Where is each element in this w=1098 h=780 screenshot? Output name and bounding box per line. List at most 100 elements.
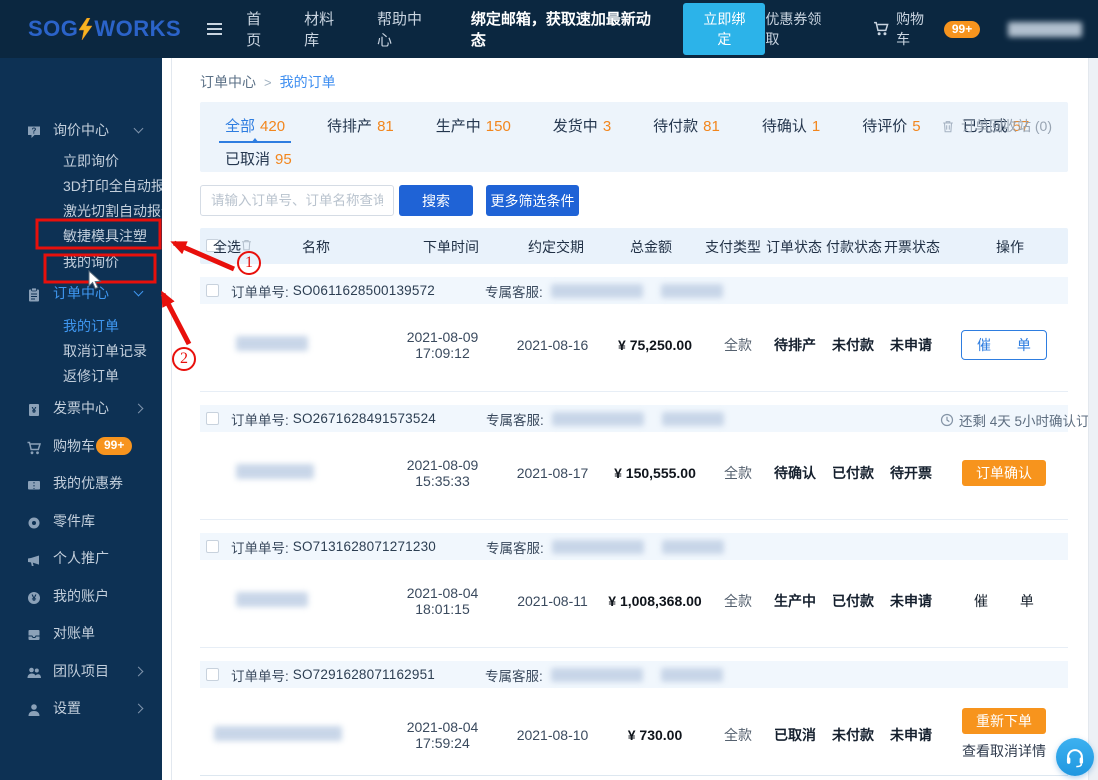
- sidebar-item-inquiry-center[interactable]: ? 询价中心: [0, 117, 162, 143]
- pay-status: 已付款: [824, 463, 882, 483]
- bind-now-button[interactable]: 立即绑定: [683, 3, 765, 55]
- sidebar-item-my-inquiries[interactable]: 我的询价: [0, 249, 162, 275]
- team-icon: [26, 663, 42, 679]
- nav-help-center[interactable]: 帮助中心: [377, 8, 437, 50]
- order-name-redacted[interactable]: [236, 336, 308, 351]
- sidebar-item-repair-orders[interactable]: 返修订单: [0, 363, 162, 389]
- order-name-redacted[interactable]: [236, 592, 308, 607]
- more-filters-button[interactable]: 更多筛选条件: [486, 185, 579, 216]
- order-no-label: 订单单号:: [231, 409, 289, 429]
- order-no-label: 订单单号:: [231, 281, 289, 301]
- order-row: 订单单号: SO2671628491573524 专属客服: 还剩 4天 5小时…: [200, 405, 1068, 520]
- sidebar-item-my-orders[interactable]: 我的订单: [0, 313, 162, 339]
- order-amount: ¥ 150,555.00: [600, 465, 710, 481]
- sidebar-item-my-coupons[interactable]: 我的优惠券: [0, 470, 162, 496]
- delete-selected-icon[interactable]: [240, 238, 253, 255]
- sidebar-gutter: [162, 58, 172, 780]
- sidebar-item-parts-library[interactable]: 零件库: [0, 508, 162, 534]
- order-amount: ¥ 1,008,368.00: [600, 593, 710, 609]
- pay-type: 全款: [710, 335, 766, 355]
- tab-pending-confirm[interactable]: 待确认1: [762, 115, 820, 136]
- order-data-row: 2021-08-09 17:09:12 2021-08-16 ¥ 75,250.…: [200, 324, 1068, 366]
- select-all-label: 全选: [213, 237, 241, 257]
- order-name-redacted[interactable]: [214, 726, 342, 741]
- logo[interactable]: SOG WORKS: [28, 16, 181, 42]
- sidebar-item-cancelled-orders[interactable]: 取消订单记录: [0, 338, 162, 364]
- search-button[interactable]: 搜索: [399, 185, 473, 216]
- menu-toggle-icon[interactable]: [207, 23, 222, 35]
- breadcrumb-my-orders[interactable]: 我的订单: [280, 72, 336, 92]
- order-row: 订单单号: SO0611628500139572 专属客服: 2021-08-0…: [200, 277, 1068, 392]
- sidebar-item-cart[interactable]: 购物车99+: [0, 433, 162, 459]
- breadcrumb-order-center[interactable]: 订单中心: [200, 72, 256, 92]
- navbar-cart[interactable]: 购物车 99+: [873, 9, 980, 49]
- col-order-status: 订单状态: [766, 237, 822, 257]
- col-action: 操作: [996, 237, 1024, 257]
- scrollbar-track[interactable]: [1088, 58, 1098, 780]
- tab-all[interactable]: 全部420: [225, 115, 285, 136]
- tab-shipping[interactable]: 发货中3: [553, 115, 611, 136]
- order-search-input[interactable]: [200, 185, 394, 216]
- sidebar-item-laser-cut-quote[interactable]: 激光切割自动报价: [0, 198, 162, 224]
- tab-pending-payment[interactable]: 待付款81: [653, 115, 720, 136]
- sidebar-item-settings[interactable]: 设置: [0, 695, 162, 721]
- breadcrumb: 订单中心 > 我的订单: [200, 72, 1068, 92]
- view-cancel-details-link[interactable]: 查看取消详情: [962, 741, 1046, 761]
- order-time: 2021-08-04 18:01:15: [380, 585, 505, 617]
- order-status: 待排产: [766, 335, 824, 355]
- sidebar-item-my-account[interactable]: ¥ 我的账户: [0, 583, 162, 609]
- urge-order-button[interactable]: 催 单: [961, 330, 1047, 360]
- search-bar: 搜索 更多筛选条件: [200, 185, 1068, 216]
- order-checkbox[interactable]: [206, 668, 219, 681]
- sidebar-item-invoice-center[interactable]: ¥ 发票中心: [0, 395, 162, 421]
- cart-label: 购物车: [896, 9, 938, 49]
- urge-order-link[interactable]: 催 单: [974, 591, 1034, 611]
- main-nav: 首页 材料库 帮助中心: [246, 8, 437, 50]
- logo-text-works: WORKS: [94, 16, 181, 42]
- pay-status: 已付款: [824, 591, 882, 611]
- username-redacted[interactable]: [1008, 22, 1082, 37]
- nav-materials[interactable]: 材料库: [304, 8, 349, 50]
- headset-icon: [1063, 745, 1087, 769]
- order-number: SO0611628500139572: [293, 283, 435, 298]
- sidebar-item-personal-promotion[interactable]: 个人推广: [0, 545, 162, 571]
- sidebar-item-3d-print-quote[interactable]: 3D打印全自动报价: [0, 173, 162, 199]
- order-checkbox[interactable]: [206, 412, 219, 425]
- order-amount: ¥ 75,250.00: [600, 337, 710, 353]
- reorder-button[interactable]: 重新下单: [962, 708, 1046, 734]
- order-data-row: 2021-08-09 15:35:33 2021-08-17 ¥ 150,555…: [200, 452, 1068, 494]
- megaphone-icon: [26, 550, 42, 566]
- tab-cancelled[interactable]: 已取消95: [225, 148, 292, 169]
- clock-icon: [940, 413, 954, 427]
- confirm-order-button[interactable]: 订单确认: [962, 460, 1046, 486]
- main-content: 订单中心 > 我的订单 全部420 待排产81 生产中150 发货中3 待付款8…: [172, 58, 1088, 780]
- order-no-label: 订单单号:: [231, 537, 289, 557]
- tab-pending-review[interactable]: 待评价5: [862, 115, 920, 136]
- customer-service-button[interactable]: [1056, 738, 1094, 776]
- cart-badge: 99+: [944, 21, 980, 38]
- tab-pending-schedule[interactable]: 待排产81: [327, 115, 394, 136]
- statement-icon: [26, 625, 42, 641]
- sidebar-item-agile-mold[interactable]: 敏捷模具注塑: [0, 223, 162, 249]
- order-recycle-bin[interactable]: 订单回收站 (0): [941, 116, 1052, 136]
- sidebar-item-statements[interactable]: 对账单: [0, 620, 162, 646]
- order-row: 订单单号: SO7131628071271230 专属客服: 2021-08-0…: [200, 533, 1068, 648]
- invoice-icon: ¥: [26, 400, 42, 416]
- trash-icon: [941, 119, 955, 134]
- sidebar-item-order-center[interactable]: 订单中心: [0, 280, 162, 306]
- nav-home[interactable]: 首页: [246, 8, 276, 50]
- order-name-redacted[interactable]: [236, 464, 314, 479]
- tab-in-production[interactable]: 生产中150: [436, 115, 511, 136]
- sidebar-item-team-projects[interactable]: 团队项目: [0, 658, 162, 684]
- sidebar-cart-badge: 99+: [96, 437, 132, 455]
- coupon-claim-link[interactable]: 优惠券领取: [765, 9, 835, 49]
- sidebar-item-inquire-now[interactable]: 立即询价: [0, 148, 162, 174]
- invoice-status: 未申请: [882, 335, 940, 355]
- order-checkbox[interactable]: [206, 284, 219, 297]
- col-due-date: 约定交期: [528, 237, 584, 257]
- order-checkbox[interactable]: [206, 540, 219, 553]
- order-time: 2021-08-04 17:59:24: [380, 719, 505, 751]
- chevron-right-icon: [134, 667, 144, 677]
- order-status: 待确认: [766, 463, 824, 483]
- order-number: SO7131628071271230: [293, 539, 436, 554]
